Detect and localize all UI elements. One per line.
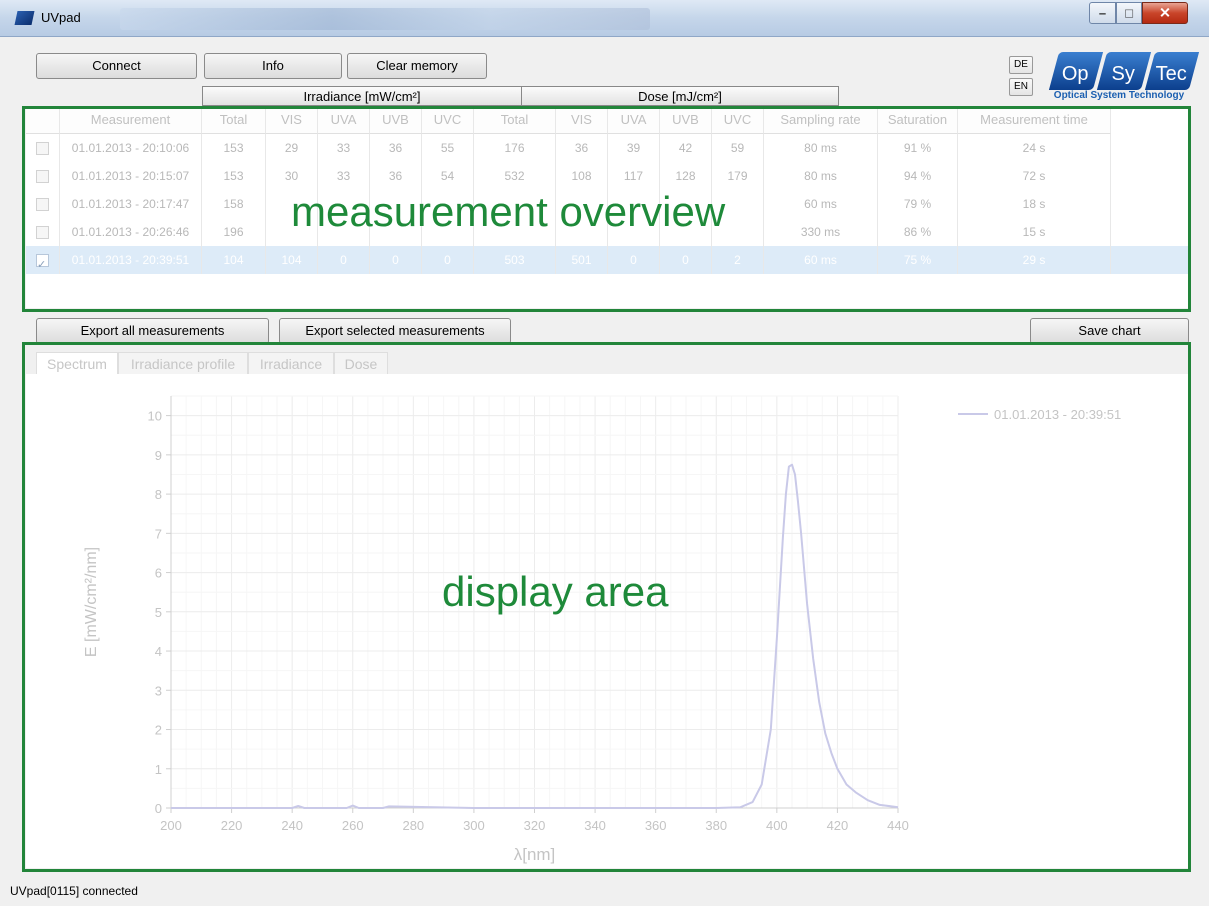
- minimize-button[interactable]: –: [1089, 2, 1116, 24]
- dose-group-header: Dose [mJ/cm²]: [521, 86, 839, 106]
- close-icon: ✕: [1159, 4, 1171, 21]
- lang-en-button[interactable]: EN: [1009, 78, 1033, 96]
- info-button[interactable]: Info: [204, 53, 342, 79]
- logo-subtitle: Optical System Technology: [1053, 90, 1185, 101]
- display-label: display area: [442, 568, 669, 615]
- title-bar: UVpad – □ ✕: [0, 0, 1209, 37]
- maximize-icon: □: [1125, 5, 1133, 21]
- opsytec-logo: Op Sy Tec Optical System Technology: [1046, 52, 1200, 104]
- overview-label: measurement overview: [291, 188, 726, 235]
- minimize-icon: –: [1098, 5, 1107, 21]
- connect-button[interactable]: Connect: [36, 53, 197, 79]
- export-selected-button[interactable]: Export selected measurements: [279, 318, 511, 344]
- maximize-button[interactable]: □: [1116, 2, 1142, 24]
- blurred-background: [120, 8, 650, 30]
- app-icon: [14, 11, 35, 25]
- close-button[interactable]: ✕: [1142, 2, 1188, 24]
- window-title: UVpad: [41, 10, 81, 25]
- clear-memory-button[interactable]: Clear memory: [347, 53, 487, 79]
- lang-de-button[interactable]: DE: [1009, 56, 1033, 74]
- save-chart-button[interactable]: Save chart: [1030, 318, 1189, 344]
- irradiance-group-header: Irradiance [mW/cm²]: [202, 86, 522, 106]
- status-bar-text: UVpad[0115] connected: [10, 884, 138, 898]
- export-all-button[interactable]: Export all measurements: [36, 318, 269, 344]
